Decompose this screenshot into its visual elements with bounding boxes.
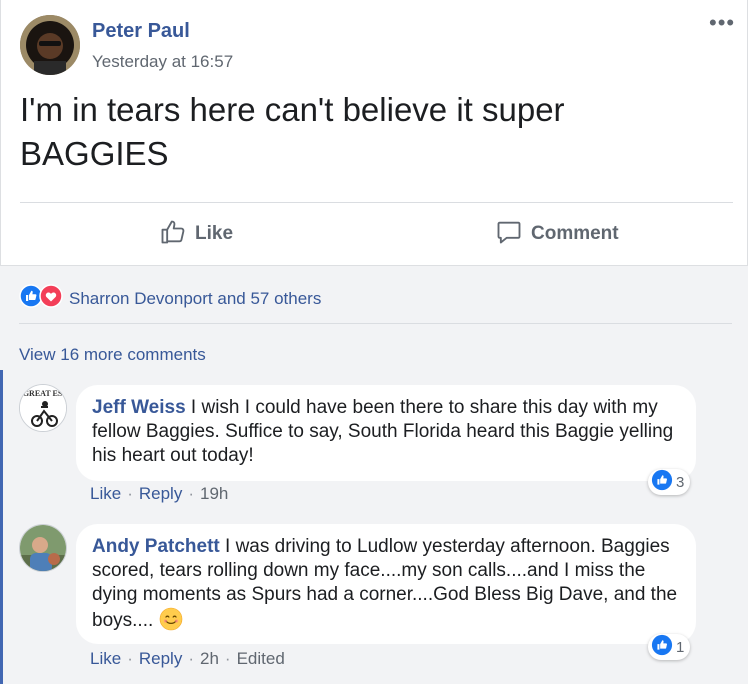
like-reaction-icon (651, 469, 673, 495)
reaction-count: 3 (676, 473, 685, 491)
separator-dot: · (127, 484, 133, 503)
comment-meta: Like · Reply · 19h (90, 484, 228, 504)
post-author-name[interactable]: Peter Paul (92, 20, 190, 43)
smiling-face-emoji (159, 607, 183, 638)
divider (20, 202, 733, 203)
like-button-label: Like (195, 223, 234, 244)
post-card: Peter Paul Yesterday at 16:57 ••• I'm in… (0, 0, 748, 265)
comment-bubble: Andy Patchett I was driving to Ludlow ye… (76, 524, 696, 644)
more-dots-icon[interactable]: ••• (709, 12, 735, 34)
post-text: I'm in tears here can't believe it super… (20, 91, 565, 172)
edited-label[interactable]: Edited (237, 649, 285, 669)
reactions-summary[interactable]: Sharron Devonport and 57 others (19, 284, 321, 313)
separator-dot: · (224, 649, 231, 668)
commenter-name[interactable]: Andy Patchett (92, 536, 220, 557)
reaction-count: 1 (676, 638, 685, 656)
comment-reaction-count[interactable]: 3 (648, 469, 691, 495)
comment-highlight-bar (0, 370, 3, 684)
comment-meta: Like · Reply · 2h · Edited (90, 649, 285, 669)
post-timestamp[interactable]: Yesterday at 16:57 (92, 52, 233, 72)
reactions-text[interactable]: Sharron Devonport and 57 others (69, 289, 321, 309)
reaction-icons (19, 284, 63, 313)
commenter-avatar[interactable]: THE GREAT ESCAPE (19, 384, 67, 432)
avatar-logo-text: THE GREAT ESCAPE (20, 389, 67, 398)
commenter-avatar[interactable] (19, 524, 67, 572)
view-more-comments-link[interactable]: View 16 more comments (19, 345, 206, 365)
comment-time[interactable]: 2h (200, 649, 219, 669)
comment-time[interactable]: 19h (200, 484, 228, 504)
commenter-name[interactable]: Jeff Weiss (92, 397, 186, 418)
separator-dot: · (188, 484, 194, 503)
comment-reply-link[interactable]: Reply (139, 649, 182, 669)
comment-reaction-count[interactable]: 1 (648, 634, 691, 660)
comment-reply-link[interactable]: Reply (139, 484, 182, 504)
comment-like-link[interactable]: Like (90, 484, 121, 504)
comment-bubble: Jeff Weiss I wish I could have been ther… (76, 385, 696, 481)
separator-dot: · (188, 649, 194, 668)
like-button[interactable]: Like (159, 218, 233, 250)
love-reaction-icon (39, 284, 63, 313)
comments-section: Sharron Devonport and 57 others View 16 … (0, 265, 748, 684)
author-avatar[interactable] (20, 15, 80, 75)
comment-button[interactable]: Comment (495, 218, 619, 250)
comment-button-label: Comment (531, 223, 619, 244)
comment-like-link[interactable]: Like (90, 649, 121, 669)
separator-dot: · (127, 649, 133, 668)
comment-bubble-icon (495, 218, 523, 251)
thumbs-up-icon (159, 218, 187, 251)
like-reaction-icon (651, 634, 673, 660)
divider (19, 323, 732, 324)
